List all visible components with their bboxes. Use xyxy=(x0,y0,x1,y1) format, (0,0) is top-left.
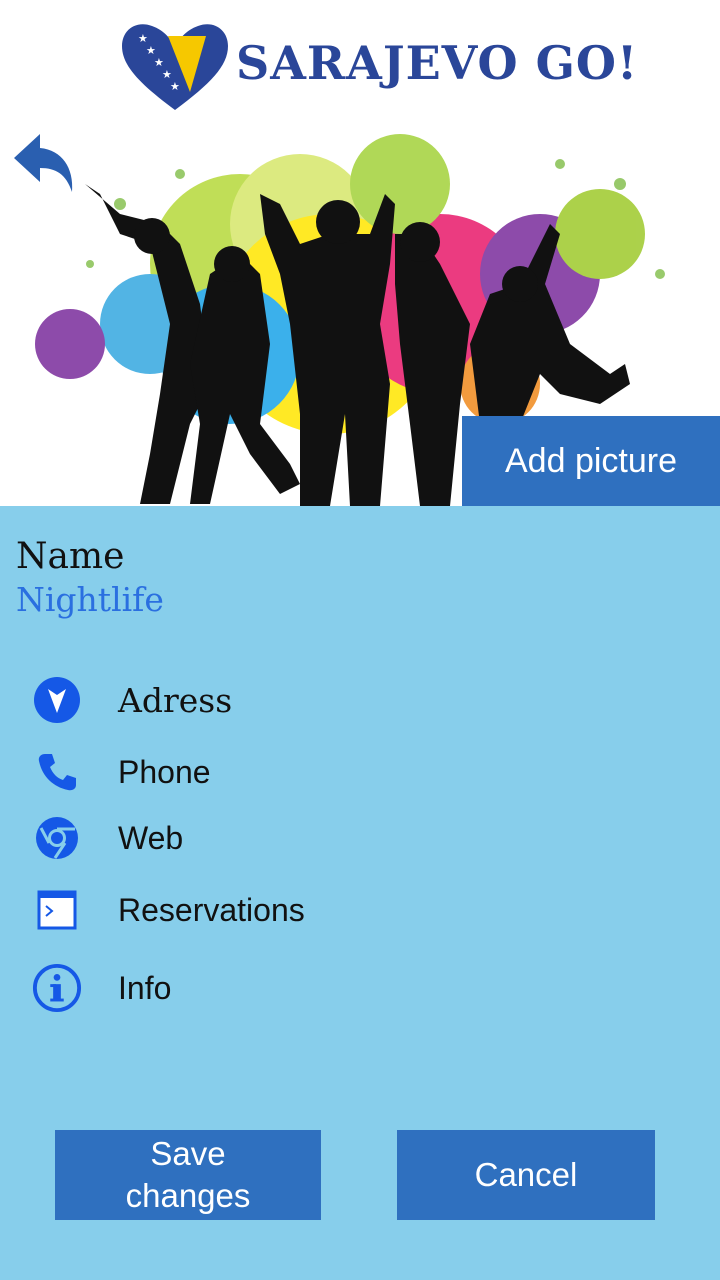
detail-label-web: Web xyxy=(118,819,184,856)
detail-label-reservations: Reservations xyxy=(118,891,305,928)
save-changes-button[interactable]: Save changes xyxy=(55,1130,321,1220)
detail-row-info[interactable]: Info xyxy=(32,960,632,1016)
detail-row-reservations[interactable]: Reservations xyxy=(32,882,632,938)
app-header: ★ ★ ★ ★ ★ SARAJEVO GO! xyxy=(0,0,720,124)
info-icon xyxy=(32,963,82,1013)
save-changes-label-line2: changes xyxy=(125,1177,251,1214)
browser-icon xyxy=(32,813,82,863)
detail-row-web[interactable]: Web xyxy=(32,810,632,866)
svg-text:★: ★ xyxy=(170,81,180,93)
app-title: SARAJEVO GO! xyxy=(236,36,639,90)
back-arrow-icon xyxy=(14,134,73,192)
phone-icon xyxy=(32,747,82,797)
terminal-window-icon xyxy=(32,885,82,935)
bosnia-heart-logo: ★★★ ★★ xyxy=(122,24,228,111)
add-picture-button[interactable]: Add picture xyxy=(462,416,720,506)
save-changes-label-line1: Save xyxy=(150,1135,226,1172)
detail-row-address[interactable]: Adress xyxy=(32,672,632,728)
location-arrow-icon xyxy=(32,675,82,725)
name-value: Nightlife xyxy=(16,580,164,619)
svg-text:★: ★ xyxy=(146,45,156,57)
detail-label-phone: Phone xyxy=(118,753,211,790)
name-label: Name xyxy=(16,536,125,577)
svg-text:★: ★ xyxy=(162,69,172,81)
detail-row-phone[interactable]: Phone xyxy=(32,744,632,800)
detail-label-address: Adress xyxy=(118,680,233,720)
back-button[interactable] xyxy=(10,128,80,198)
detail-label-info: Info xyxy=(118,969,172,1006)
cancel-button[interactable]: Cancel xyxy=(397,1130,655,1220)
svg-text:★: ★ xyxy=(138,33,148,45)
svg-text:★: ★ xyxy=(154,57,164,69)
